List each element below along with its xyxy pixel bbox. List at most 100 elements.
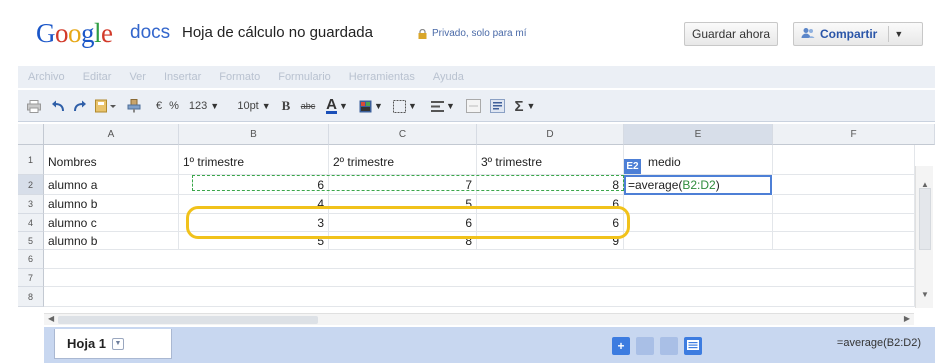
cell-a3[interactable]: alumno b	[44, 195, 179, 214]
horizontal-scroll-thumb[interactable]	[58, 316, 318, 324]
grid-corner[interactable]	[18, 124, 44, 145]
cell-c4[interactable]: 6	[329, 214, 477, 232]
cell-d4[interactable]: 6	[477, 214, 624, 232]
row-6-cells[interactable]	[44, 250, 915, 269]
menu-editar[interactable]: Editar	[83, 71, 112, 83]
row-header-3[interactable]: 3	[18, 195, 44, 214]
next-sheet-button[interactable]	[660, 337, 678, 355]
cell-b1[interactable]: 1º trimestre	[179, 145, 329, 175]
vertical-scroll-thumb[interactable]	[919, 188, 931, 250]
column-header-f[interactable]: F	[773, 124, 935, 145]
bold-button[interactable]: B	[280, 98, 292, 114]
formula-range-ref: B2:D2	[682, 178, 716, 192]
menu-formato[interactable]: Formato	[219, 71, 260, 83]
cell-a4[interactable]: alumno c	[44, 214, 179, 232]
column-header-e[interactable]: E	[624, 124, 773, 145]
scroll-right-icon[interactable]: ▶	[904, 314, 910, 323]
cell-e5[interactable]	[624, 232, 773, 250]
cell-b5[interactable]: 5	[179, 232, 329, 250]
cell-f4[interactable]	[773, 214, 915, 232]
cell-f1[interactable]	[773, 145, 915, 175]
cell-e3[interactable]	[624, 195, 773, 214]
row-header-6[interactable]: 6	[18, 250, 44, 269]
percent-format[interactable]: %	[168, 98, 180, 114]
cell-a1[interactable]: Nombres	[44, 145, 179, 175]
cell-c2[interactable]: 7	[329, 175, 477, 195]
paint-format-icon[interactable]	[126, 98, 142, 114]
formula-suffix: )	[715, 178, 720, 192]
sheet-list-button[interactable]	[684, 337, 702, 355]
cell-b4[interactable]: 3	[179, 214, 329, 232]
row-header-8[interactable]: 8	[18, 287, 44, 307]
save-now-button[interactable]: Guardar ahora	[684, 22, 779, 46]
scroll-left-icon[interactable]: ◀	[48, 314, 54, 323]
align-button[interactable]: ▼	[430, 98, 456, 114]
row-header-5[interactable]: 5	[18, 232, 44, 250]
row-header-4[interactable]: 4	[18, 214, 44, 232]
borders-button[interactable]: ▼	[392, 98, 418, 114]
cell-c1[interactable]: 2º trimestre	[329, 145, 477, 175]
wrap-text-icon[interactable]	[488, 98, 506, 114]
cell-d5[interactable]: 9	[477, 232, 624, 250]
row-header-2[interactable]: 2	[18, 175, 44, 195]
privacy-status[interactable]: Privado, solo para mí	[418, 28, 527, 39]
product-name[interactable]: docs	[130, 22, 170, 44]
add-sheet-button[interactable]: +	[612, 337, 630, 355]
fill-color-button[interactable]: ▼	[358, 98, 384, 114]
print-icon[interactable]	[26, 98, 42, 114]
vertical-scrollbar[interactable]: ▲ ▼	[915, 166, 933, 308]
column-header-d[interactable]: D	[477, 124, 624, 145]
cell-a5[interactable]: alumno b	[44, 232, 179, 250]
menu-ayuda[interactable]: Ayuda	[433, 71, 464, 83]
redo-icon[interactable]	[72, 98, 88, 114]
cell-f5[interactable]	[773, 232, 915, 250]
font-size-menu[interactable]: 10pt ▼	[236, 98, 272, 114]
undo-icon[interactable]	[50, 98, 66, 114]
cell-f3[interactable]	[773, 195, 915, 214]
cell-b2[interactable]: 6	[179, 175, 329, 195]
row-8-cells[interactable]	[44, 287, 915, 307]
sheet-tab-hoja-1[interactable]: Hoja 1 ▼	[54, 329, 172, 359]
cell-d2[interactable]: 8	[477, 175, 624, 195]
menu-formulario[interactable]: Formulario	[278, 71, 331, 83]
share-button[interactable]: Compartir ▼	[793, 22, 923, 46]
menu-archivo[interactable]: Archivo	[28, 71, 65, 83]
document-title[interactable]: Hoja de cálculo no guardada	[182, 24, 373, 41]
chevron-down-icon[interactable]: ▼	[894, 29, 903, 39]
scroll-down-icon[interactable]: ▼	[921, 290, 929, 299]
row-header-1[interactable]: 1	[18, 145, 44, 175]
menu-insertar[interactable]: Insertar	[164, 71, 201, 83]
cell-d3[interactable]: 6	[477, 195, 624, 214]
text-color-button[interactable]: A ▼	[324, 97, 350, 114]
format-painter-icon[interactable]	[94, 98, 118, 114]
strikethrough-button[interactable]: abc	[298, 98, 318, 114]
currency-format[interactable]: €	[154, 98, 164, 114]
toolbar: € % 123 ▼ 10pt ▼ B abc A ▼ ▼ ▼ ▼ Σ ▼	[18, 90, 935, 122]
chevron-down-icon[interactable]: ▼	[112, 337, 125, 350]
number-format-menu[interactable]: 123 ▼	[186, 98, 222, 114]
cell-e1[interactable]: medio	[624, 145, 773, 175]
formula-prefix: =average(	[628, 178, 683, 192]
active-cell-editor[interactable]: =average(B2:D2)	[624, 175, 772, 195]
column-header-b[interactable]: B	[179, 124, 329, 145]
merge-cells-icon[interactable]	[464, 98, 482, 114]
functions-button[interactable]: Σ ▼	[512, 98, 538, 115]
cell-b3[interactable]: 4	[179, 195, 329, 214]
cell-d1[interactable]: 3º trimestre	[477, 145, 624, 175]
cell-a2[interactable]: alumno a	[44, 175, 179, 195]
borders-icon	[393, 99, 407, 113]
column-header-a[interactable]: A	[44, 124, 179, 145]
cell-f2[interactable]	[773, 175, 915, 195]
cell-e4[interactable]	[624, 214, 773, 232]
column-header-c[interactable]: C	[329, 124, 477, 145]
row-header-7[interactable]: 7	[18, 269, 44, 287]
row-7-cells[interactable]	[44, 269, 915, 287]
cell-c3[interactable]: 5	[329, 195, 477, 214]
prev-sheet-button[interactable]	[636, 337, 654, 355]
menu-ver[interactable]: Ver	[129, 71, 146, 83]
cell-c5[interactable]: 8	[329, 232, 477, 250]
chevron-down-icon: ▼	[526, 101, 536, 111]
horizontal-scrollbar[interactable]: ◀ ▶	[44, 313, 914, 325]
menu-herramientas[interactable]: Herramientas	[349, 71, 415, 83]
google-logo[interactable]: Google	[36, 18, 113, 49]
